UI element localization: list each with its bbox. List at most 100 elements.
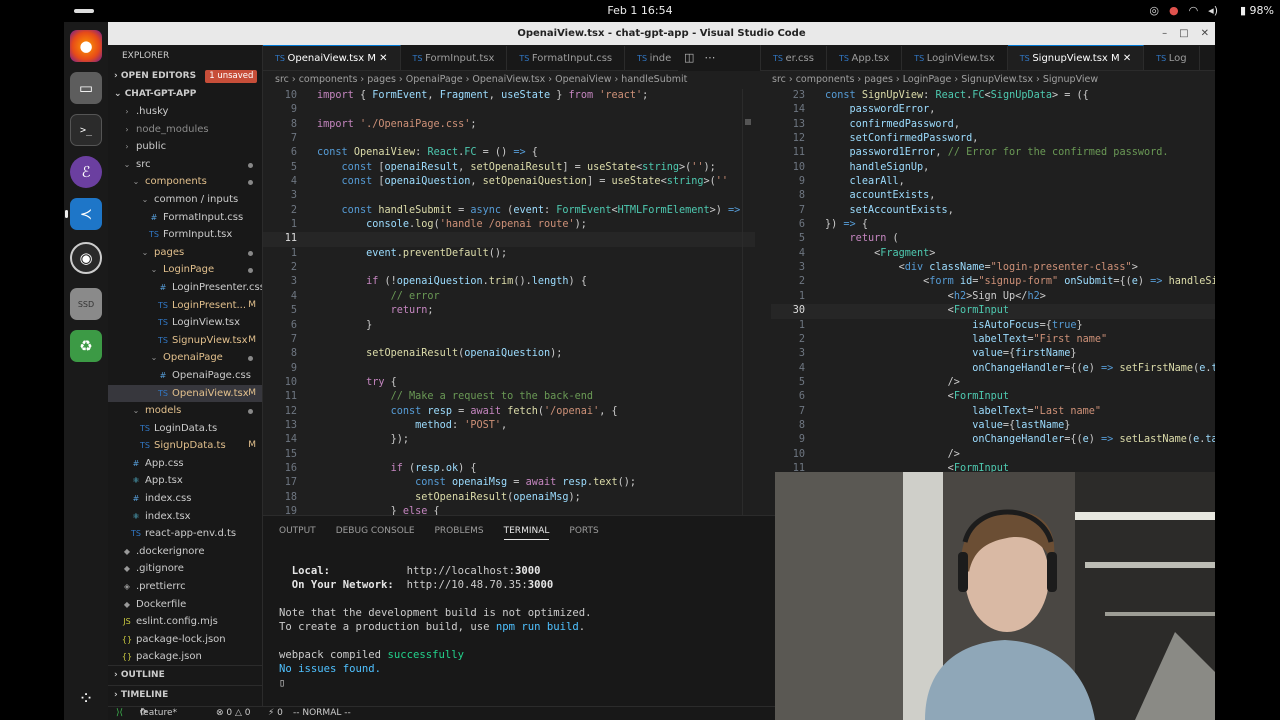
firefox-icon[interactable]: ●	[70, 30, 102, 62]
code-line[interactable]: 10 try {	[263, 376, 755, 390]
panel-tab[interactable]: OUTPUT	[279, 516, 316, 544]
more-actions-icon[interactable]: ⋯	[704, 45, 715, 71]
tree-item[interactable]: ⌄ components	[108, 173, 262, 191]
code-line[interactable]: 6}) => {	[771, 218, 1215, 232]
code-line[interactable]: 12 const resp = await fetch('/openai', {	[263, 405, 755, 419]
code-line[interactable]: 8 value={lastName}	[771, 419, 1215, 433]
code-line[interactable]: 13 method: 'POST',	[263, 419, 755, 433]
code-line[interactable]: 11 password1Error, // Error for the conf…	[771, 146, 1215, 160]
tree-item[interactable]: # LoginPresenter.css	[108, 279, 262, 297]
code-line[interactable]: 7	[263, 132, 755, 146]
tree-item[interactable]: TS SignUpData.ts M	[108, 437, 262, 455]
tree-item[interactable]: TS react-app-env.d.ts	[108, 525, 262, 543]
code-line[interactable]: 6 const OpenaiView: React.FC = () => {	[263, 146, 755, 160]
tree-item[interactable]: JS eslint.config.mjs	[108, 613, 262, 631]
editor-tab[interactable]: TS FormInput.tsx	[401, 46, 508, 70]
code-line[interactable]: 1 console.log('handle /openai route');	[263, 218, 755, 232]
code-line[interactable]: 9	[263, 103, 755, 117]
ports-status[interactable]: ⚡ 0	[268, 707, 283, 720]
tree-item[interactable]: ◆ Dockerfile	[108, 596, 262, 614]
panel-tab[interactable]: PROBLEMS	[435, 516, 484, 544]
right-breadcrumb[interactable]: src › components › pages › LoginPage › S…	[760, 71, 1215, 89]
code-line[interactable]: 9	[263, 362, 755, 376]
code-line[interactable]: 4 // error	[263, 290, 755, 304]
tree-item[interactable]: ⌄ pages	[108, 244, 262, 262]
code-line[interactable]: 13 confirmedPassword,	[771, 118, 1215, 132]
code-line[interactable]: 23 const SignUpView: React.FC<SignUpData>…	[771, 89, 1215, 103]
obs-icon[interactable]: ◉	[70, 242, 102, 274]
code-line[interactable]: 10 import { FormEvent, Fragment, useState…	[263, 89, 755, 103]
editor-tab[interactable]: TS FormatInput.css	[507, 46, 626, 70]
code-line[interactable]: 1 isAutoFocus={true}	[771, 319, 1215, 333]
tree-item[interactable]: TS LoginView.tsx	[108, 314, 262, 332]
tree-item[interactable]: # FormatInput.css	[108, 209, 262, 227]
tree-item[interactable]: ⚛ index.tsx	[108, 508, 262, 526]
code-line[interactable]: 3 value={firstName}	[771, 347, 1215, 361]
show-apps-icon[interactable]: ⁘	[70, 682, 102, 714]
battery-indicator[interactable]: ▮ 98%	[1240, 4, 1274, 17]
tree-item[interactable]: TS LoginData.ts	[108, 420, 262, 438]
code-line[interactable]: 18 setOpenaiResult(openaiMsg);	[263, 491, 755, 505]
microphone-icon[interactable]: ●	[1169, 4, 1179, 17]
open-editors-section[interactable]: › OPEN EDITORS 1 unsaved	[108, 67, 262, 85]
trash-icon[interactable]: ♻	[70, 330, 102, 362]
minimize-icon[interactable]: –	[1162, 22, 1167, 45]
tree-item[interactable]: › public	[108, 138, 262, 156]
volume-icon[interactable]: ◂)	[1208, 4, 1218, 17]
ssd-drive-icon[interactable]: SSD	[70, 288, 102, 320]
editor-tab[interactable]: TS App.tsx	[827, 46, 903, 70]
terminal-icon[interactable]: >_	[70, 114, 102, 146]
editor-tab[interactable]: TS er.css	[761, 46, 827, 70]
code-line[interactable]: 30 <FormInput	[771, 304, 1215, 319]
tree-item[interactable]: TS OpenaiView.tsx M	[108, 384, 262, 403]
code-line[interactable]: 7 setAccountExists,	[771, 204, 1215, 218]
code-line[interactable]: 16 if (resp.ok) {	[263, 462, 755, 476]
maximize-icon[interactable]: □	[1179, 22, 1188, 45]
editor-tab[interactable]: TS LoginView.tsx	[902, 46, 1008, 70]
close-icon[interactable]: ✕	[1201, 22, 1209, 45]
project-section[interactable]: ⌄ CHAT-GPT-APP	[108, 85, 262, 103]
tree-item[interactable]: ⌄ LoginPage	[108, 261, 262, 279]
editor-tab[interactable]: TS inde	[625, 46, 685, 70]
problems-status[interactable]: ⊗ 0 △ 0	[216, 707, 251, 720]
right-code-editor[interactable]: 23 const SignUpView: React.FC<SignUpData>…	[771, 89, 1215, 515]
emacs-icon[interactable]: ℰ	[70, 156, 102, 188]
code-line[interactable]: 8 accountExists,	[771, 189, 1215, 203]
code-line[interactable]: 5 return (	[771, 232, 1215, 246]
panel-tab[interactable]: DEBUG CONSOLE	[336, 516, 415, 544]
vscode-icon[interactable]: ≺	[65, 198, 102, 230]
code-line[interactable]: 2 const handleSubmit = async (event: For…	[263, 204, 755, 218]
code-line[interactable]: 9 clearAll,	[771, 175, 1215, 189]
code-line[interactable]: 19 } else {	[263, 505, 755, 515]
editor-tab[interactable]: TS SignupView.tsx M ✕	[1007, 45, 1145, 70]
tree-item[interactable]: › node_modules	[108, 121, 262, 139]
code-line[interactable]: 8 setOpenaiResult(openaiQuestion);	[263, 347, 755, 361]
code-line[interactable]: 1 event.preventDefault();	[263, 247, 755, 261]
code-line[interactable]: 6 }	[263, 319, 755, 333]
code-line[interactable]: 8 import './OpenaiPage.css';	[263, 118, 755, 132]
outline-section[interactable]: › OUTLINE	[108, 665, 263, 683]
code-line[interactable]: 17 const openaiMsg = await resp.text();	[263, 476, 755, 490]
tree-item[interactable]: ⚛ App.tsx	[108, 472, 262, 490]
code-line[interactable]: 12 setConfirmedPassword,	[771, 132, 1215, 146]
code-line[interactable]: 11 // Make a request to the back-end	[263, 390, 755, 404]
remote-icon[interactable]: ⟩⟨	[116, 707, 123, 720]
left-scrollbar[interactable]	[742, 89, 752, 515]
panel-tab[interactable]: PORTS	[569, 516, 598, 544]
tree-item[interactable]: ⌄ OpenaiPage	[108, 349, 262, 367]
tree-item[interactable]: # index.css	[108, 490, 262, 508]
panel-tab[interactable]: TERMINAL	[503, 516, 550, 540]
scroll-thumb[interactable]	[745, 119, 751, 125]
code-line[interactable]: 5 return;	[263, 304, 755, 318]
left-code-editor[interactable]: 10 import { FormEvent, Fragment, useState…	[263, 89, 755, 515]
code-line[interactable]: 14 });	[263, 433, 755, 447]
code-line[interactable]: 2 <form id="signup-form" onSubmit={(e) =…	[771, 275, 1215, 289]
tree-item[interactable]: TS SignupView.tsx M	[108, 332, 262, 350]
code-line[interactable]: 9 onChangeHandler={(e) => setLastName(e.…	[771, 433, 1215, 447]
code-line[interactable]: 2	[263, 261, 755, 275]
tree-item[interactable]: {} package-lock.json	[108, 631, 262, 649]
wifi-icon[interactable]: ◠	[1189, 4, 1199, 17]
code-line[interactable]: 5 />	[771, 376, 1215, 390]
code-line[interactable]: 7	[263, 333, 755, 347]
tree-item[interactable]: ◆ .dockerignore	[108, 543, 262, 561]
